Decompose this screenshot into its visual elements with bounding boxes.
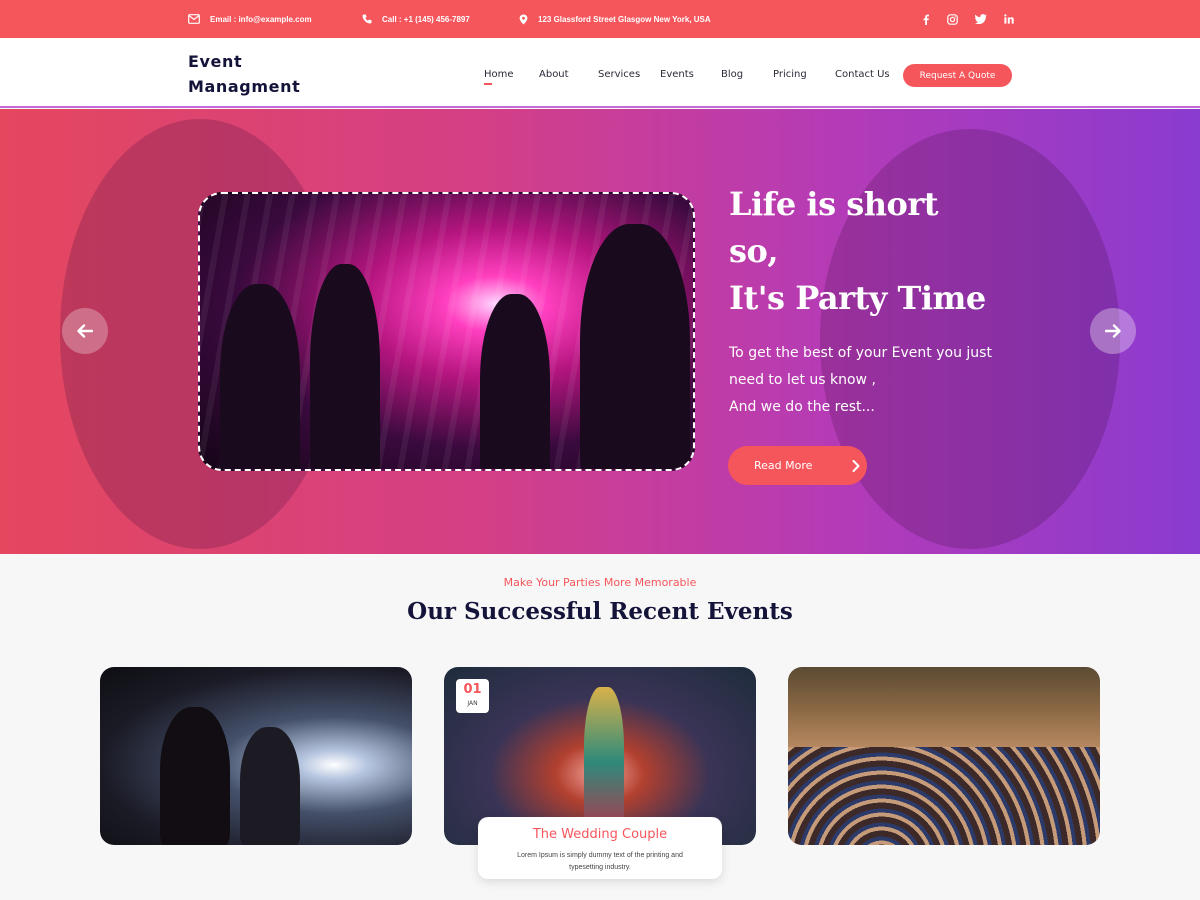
nav-pricing[interactable]: Pricing — [773, 69, 807, 80]
drummer-silhouette — [240, 727, 300, 845]
arrow-right-icon — [1105, 324, 1121, 338]
call-text: Call : +1 (145) 456-7897 — [382, 14, 470, 24]
mail-icon — [188, 14, 200, 24]
main-nav: Home About Services Events Blog Pricing … — [0, 38, 1200, 108]
hero-party-photo — [198, 192, 695, 471]
twitter-icon[interactable] — [975, 14, 987, 24]
slider-next-button[interactable] — [1090, 308, 1136, 354]
nav-about[interactable]: About — [539, 69, 569, 80]
event-date-day: 01 — [463, 682, 482, 697]
address-text: 123 Glassford Street Glasgow New York, U… — [538, 14, 711, 24]
nav-services[interactable]: Services — [598, 69, 640, 80]
read-more-label: Read More — [754, 459, 813, 472]
event-date-badge: 01 JAN — [456, 679, 489, 713]
guitarist-silhouette — [160, 707, 230, 845]
hero-title-line-1: Life is short — [729, 185, 938, 223]
social-links — [922, 0, 1014, 38]
arrow-left-icon — [77, 324, 93, 338]
event-card-conference[interactable] — [788, 667, 1100, 845]
linkedin-icon[interactable] — [1004, 14, 1014, 24]
hero-description: To get the best of your Event you just n… — [729, 340, 992, 421]
nav-blog[interactable]: Blog — [721, 69, 743, 80]
top-bar: Email : info@example.com Call : +1 (145)… — [0, 0, 1200, 38]
event-card-title: The Wedding Couple — [532, 827, 668, 842]
hero-title: Life is short so, It's Party Time — [729, 181, 986, 322]
chevron-right-icon — [852, 459, 860, 472]
event-card-concert[interactable] — [100, 667, 412, 845]
call-info[interactable]: Call : +1 (145) 456-7897 — [362, 0, 470, 38]
address-info: 123 Glassford Street Glasgow New York, U… — [519, 0, 711, 38]
request-quote-button[interactable]: Request A Quote — [903, 64, 1012, 87]
nav-contact-us[interactable]: Contact Us — [835, 69, 890, 80]
dancer-figure — [584, 687, 624, 837]
hero-title-line-2: so, — [729, 232, 778, 270]
section-title: Our Successful Recent Events — [407, 598, 793, 625]
dancer-silhouette — [480, 294, 550, 469]
hero-text-line-2: need to let us know , — [729, 372, 876, 388]
location-pin-icon — [519, 14, 528, 24]
nav-events[interactable]: Events — [660, 69, 694, 80]
event-card-text: Lorem Ipsum is simply dummy text of the … — [517, 852, 683, 871]
read-more-button[interactable]: Read More — [728, 446, 867, 485]
dancer-silhouette — [220, 284, 300, 469]
facebook-icon[interactable] — [922, 14, 930, 25]
hero-title-line-3: It's Party Time — [729, 279, 986, 317]
hero-text-line-1: To get the best of your Event you just — [729, 345, 992, 361]
event-date-month: JAN — [467, 700, 478, 707]
event-caption[interactable]: The Wedding Couple Lorem Ipsum is simply… — [478, 817, 722, 879]
hero-slider: Life is short so, It's Party Time To get… — [0, 109, 1200, 554]
slider-prev-button[interactable] — [62, 308, 108, 354]
dancer-silhouette — [310, 264, 380, 469]
site-header: Event Managment Home About Services Even… — [0, 38, 1200, 108]
hero-text-line-3: And we do the rest... — [729, 399, 875, 415]
email-info[interactable]: Email : info@example.com — [188, 0, 312, 38]
phone-icon — [362, 14, 372, 24]
instagram-icon[interactable] — [947, 13, 958, 25]
dancer-silhouette — [580, 224, 690, 469]
audience-crowd — [788, 747, 1100, 845]
nav-home[interactable]: Home — [484, 69, 514, 85]
section-subtitle: Make Your Parties More Memorable — [503, 576, 697, 589]
email-text: Email : info@example.com — [210, 14, 312, 24]
